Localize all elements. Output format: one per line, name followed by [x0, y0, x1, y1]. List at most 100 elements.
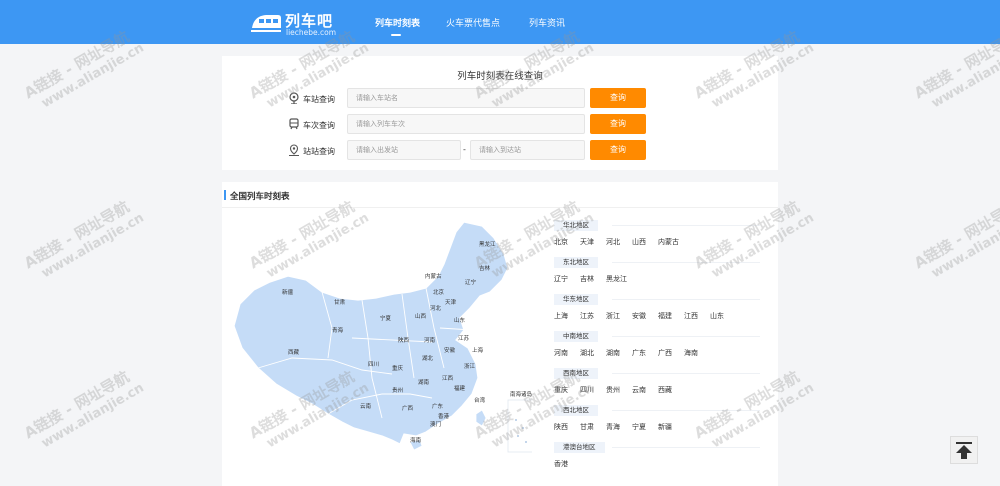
train-search-button[interactable]: 查询	[590, 114, 646, 134]
city-link[interactable]: 云南	[632, 385, 646, 395]
nav-timetable[interactable]: 列车时刻表	[375, 16, 420, 29]
map-label[interactable]: 天津	[445, 298, 456, 306]
region-title: 西南地区	[554, 368, 598, 379]
map-label[interactable]: 山西	[415, 312, 426, 320]
city-link[interactable]: 内蒙古	[658, 237, 679, 247]
map-label[interactable]: 广东	[432, 402, 443, 410]
map-label[interactable]: 四川	[368, 360, 379, 368]
watermark: A链接 - 网址导航 www.alianjie.cn	[21, 197, 147, 282]
city-link[interactable]: 香港	[554, 459, 568, 469]
train-number-input[interactable]	[347, 114, 585, 134]
map-label[interactable]: 浙江	[464, 362, 475, 370]
region-northeast: 东北地区 辽宁 吉林 黑龙江	[554, 257, 760, 288]
city-link[interactable]: 新疆	[658, 422, 672, 432]
logo-domain: liechebe.com	[286, 28, 337, 37]
city-link[interactable]: 黑龙江	[606, 274, 627, 284]
top-header: 列车吧 liechebe.com 列车时刻表 火车票代售点 列车资讯	[0, 0, 1000, 44]
map-label[interactable]: 新疆	[282, 288, 293, 296]
city-link[interactable]: 湖南	[606, 348, 620, 358]
region-east-china: 华东地区 上海 江苏 浙江 安徽 福建 江西 山东	[554, 294, 760, 325]
map-label[interactable]: 海南	[410, 436, 421, 444]
map-label[interactable]: 黑龙江	[479, 240, 496, 248]
region-title: 华北地区	[554, 220, 598, 231]
map-label[interactable]: 江苏	[458, 334, 469, 342]
city-link[interactable]: 浙江	[606, 311, 620, 321]
city-link[interactable]: 山东	[710, 311, 724, 321]
site-logo[interactable]: 列车吧 liechebe.com	[250, 6, 350, 38]
region-divider	[612, 299, 760, 300]
map-label[interactable]: 甘肃	[334, 298, 345, 306]
route-search-label: 站站查询	[303, 147, 335, 156]
map-label[interactable]: 河南	[424, 336, 435, 344]
city-link[interactable]: 四川	[580, 385, 594, 395]
map-label[interactable]: 香港	[438, 412, 449, 420]
map-label[interactable]: 山东	[454, 316, 465, 324]
train-search-label: 车次查询	[303, 121, 335, 130]
region-divider	[612, 262, 760, 263]
city-link[interactable]: 河北	[606, 237, 620, 247]
city-link[interactable]: 福建	[658, 311, 672, 321]
nav-ticket-agency[interactable]: 火车票代售点	[446, 16, 500, 29]
map-label[interactable]: 辽宁	[465, 278, 476, 286]
city-link[interactable]: 海南	[684, 348, 698, 358]
map-label[interactable]: 安徽	[444, 346, 455, 354]
city-link[interactable]: 河南	[554, 348, 568, 358]
route-search-button[interactable]: 查询	[590, 140, 646, 160]
map-label[interactable]: 宁夏	[380, 314, 391, 322]
china-map-shape[interactable]	[232, 218, 532, 464]
map-label[interactable]: 北京	[433, 288, 444, 296]
departure-input[interactable]	[347, 140, 461, 160]
city-link[interactable]: 贵州	[606, 385, 620, 395]
back-to-top-button[interactable]	[950, 436, 978, 464]
china-map[interactable]: 黑龙江 吉林 辽宁 内蒙古 北京 天津 河北 山西 新疆 甘肃 宁夏 青海 陕西…	[232, 218, 532, 464]
city-link[interactable]: 湖北	[580, 348, 594, 358]
city-link[interactable]: 甘肃	[580, 422, 594, 432]
station-input[interactable]	[347, 88, 585, 108]
region-title: 东北地区	[554, 257, 598, 268]
map-label[interactable]: 澳门	[430, 420, 441, 428]
city-link[interactable]: 辽宁	[554, 274, 568, 284]
map-label[interactable]: 湖南	[418, 378, 429, 386]
city-link[interactable]: 安徽	[632, 311, 646, 321]
city-link[interactable]: 江苏	[580, 311, 594, 321]
route-separator: -	[463, 145, 466, 154]
city-link[interactable]: 西藏	[658, 385, 672, 395]
map-label[interactable]: 台湾	[474, 396, 485, 404]
map-label[interactable]: 重庆	[392, 364, 403, 372]
map-label[interactable]: 江西	[442, 374, 453, 382]
map-label[interactable]: 湖北	[422, 354, 433, 362]
city-link[interactable]: 青海	[606, 422, 620, 432]
map-label[interactable]: 西藏	[288, 348, 299, 356]
nav-news[interactable]: 列车资讯	[529, 16, 565, 29]
region-divider	[612, 336, 760, 337]
map-label[interactable]: 云南	[360, 402, 371, 410]
map-label[interactable]: 吉林	[479, 264, 490, 272]
map-label[interactable]: 河北	[430, 304, 441, 312]
city-link[interactable]: 江西	[684, 311, 698, 321]
city-link[interactable]: 陕西	[554, 422, 568, 432]
map-label[interactable]: 上海	[472, 346, 483, 354]
city-link[interactable]: 广东	[632, 348, 646, 358]
region-title: 中南地区	[554, 331, 598, 342]
city-link[interactable]: 吉林	[580, 274, 594, 284]
city-link[interactable]: 重庆	[554, 385, 568, 395]
city-link[interactable]: 天津	[580, 237, 594, 247]
region-title: 港澳台地区	[554, 442, 605, 453]
map-label[interactable]: 青海	[332, 326, 343, 334]
station-icon	[289, 92, 299, 104]
map-label[interactable]: 内蒙古	[425, 272, 442, 280]
map-label[interactable]: 贵州	[392, 386, 403, 394]
city-link[interactable]: 广西	[658, 348, 672, 358]
arrival-input[interactable]	[470, 140, 585, 160]
map-label[interactable]: 陕西	[398, 336, 409, 344]
city-link[interactable]: 北京	[554, 237, 568, 247]
city-link[interactable]: 上海	[554, 311, 568, 321]
map-label[interactable]: 福建	[454, 384, 465, 392]
city-link[interactable]: 宁夏	[632, 422, 646, 432]
region-divider	[612, 447, 760, 448]
city-link[interactable]: 山西	[632, 237, 646, 247]
station-search-button[interactable]: 查询	[590, 88, 646, 108]
timetable-panel: 全国列车时刻表 黑龙江 吉林 辽宁 内蒙古 北京 天津 河北 山西 新疆 甘肃 …	[222, 182, 778, 486]
map-label[interactable]: 广西	[402, 404, 413, 412]
map-label[interactable]: 南海诸岛	[510, 390, 532, 398]
